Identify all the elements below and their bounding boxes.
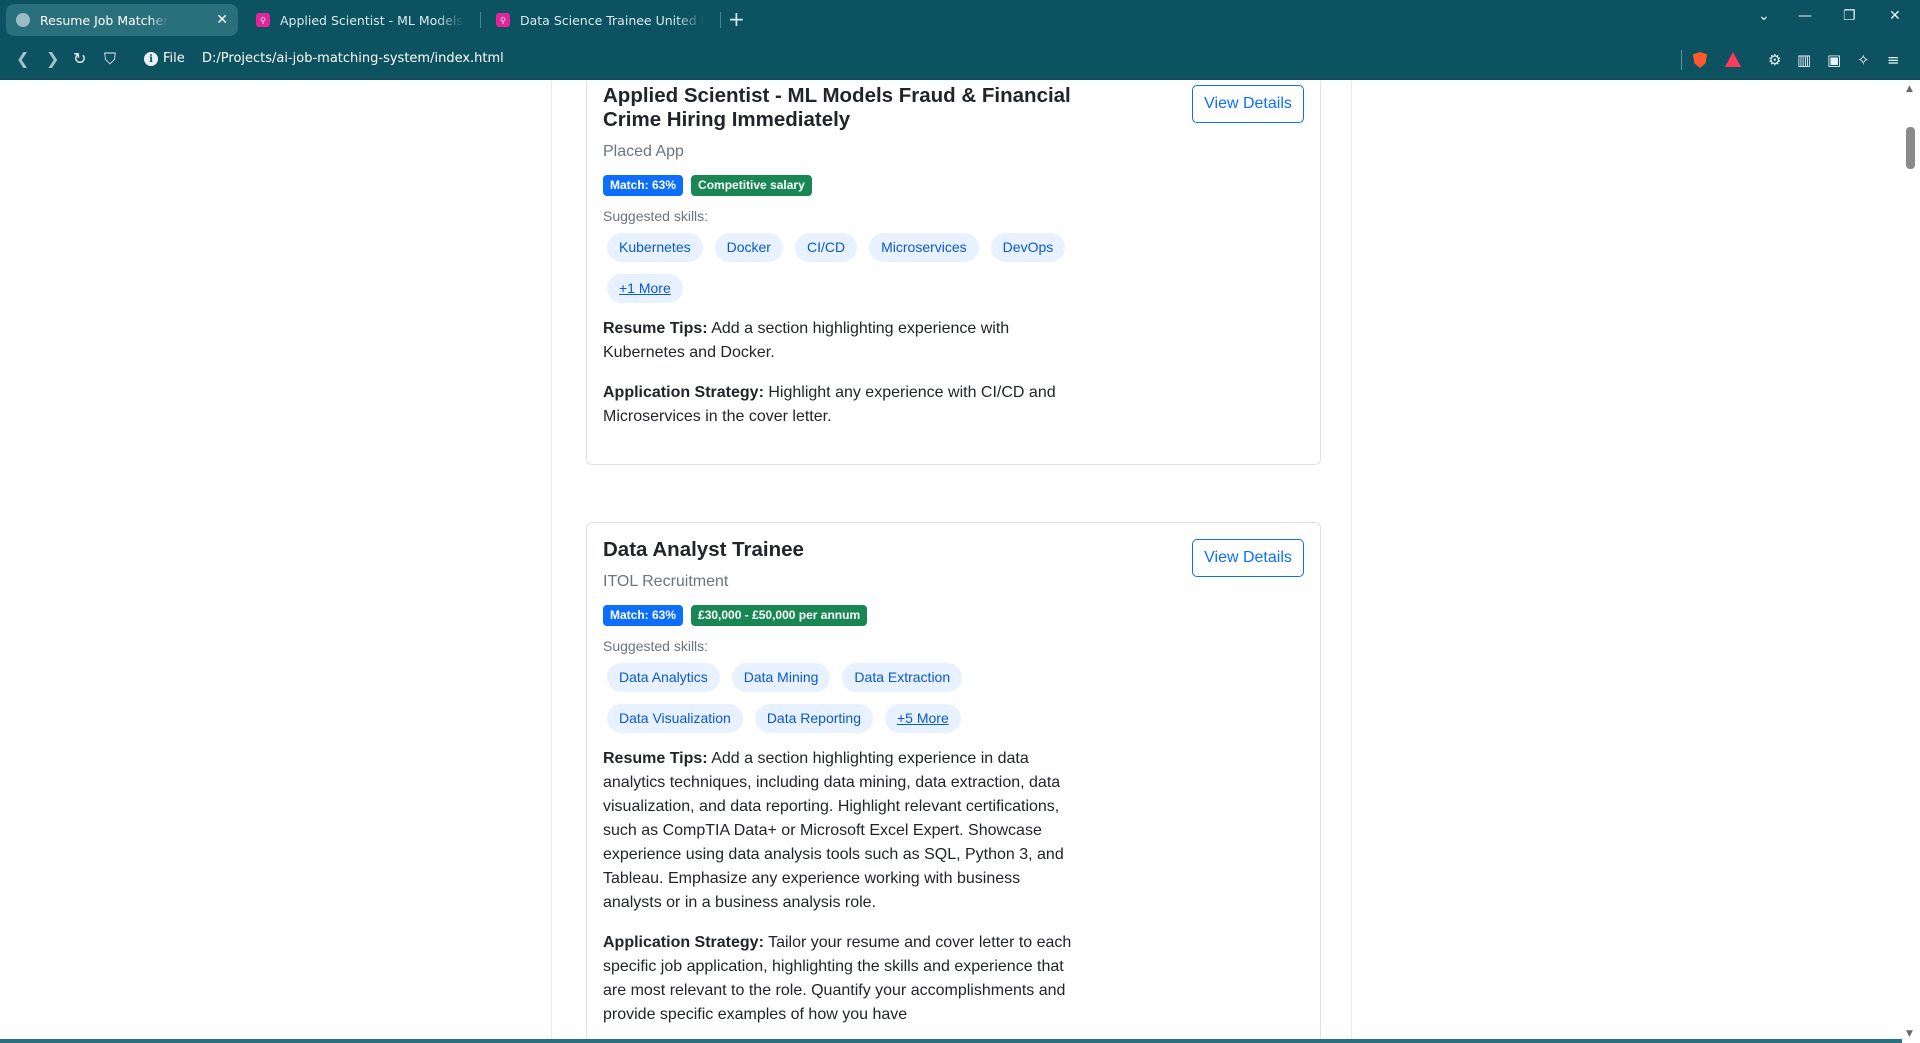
tab-applied-scientist[interactable]: ⚲ Applied Scientist - ML Models Fraud & …: [246, 4, 474, 36]
sidebar-icon[interactable]: ▥: [1797, 51, 1811, 69]
back-icon[interactable]: ❮: [16, 49, 29, 68]
horizontal-scrollbar[interactable]: [0, 1039, 1902, 1043]
skills-label: Suggested skills:: [603, 208, 709, 224]
resume-tips-label: Resume Tips:: [603, 750, 708, 767]
view-details-button[interactable]: View Details: [1192, 539, 1304, 577]
job-card: Data Analyst Trainee ITOL Recruitment Vi…: [586, 522, 1321, 1043]
job-company: Placed App: [603, 143, 684, 160]
scroll-down-icon[interactable]: ▼: [1906, 1029, 1913, 1039]
resume-tips: Resume Tips: Add a section highlighting …: [603, 747, 1073, 915]
menu-icon[interactable]: ≡: [1887, 51, 1900, 69]
forward-icon[interactable]: ❯: [46, 49, 59, 68]
extensions-icon[interactable]: ⚙: [1768, 51, 1781, 69]
window-close-icon[interactable]: ✕: [1889, 8, 1901, 24]
application-strategy: Application Strategy: Tailor your resume…: [603, 931, 1073, 1027]
reload-icon[interactable]: ↻: [73, 49, 86, 68]
skill-pill: Data Analytics: [607, 663, 720, 692]
more-skills-link[interactable]: +1 More: [607, 274, 683, 303]
more-skills-link[interactable]: +5 More: [884, 704, 961, 733]
tab-resume-job-matcher[interactable]: Resume Job Matcher ✕: [6, 4, 238, 36]
application-strategy-label: Application Strategy:: [603, 384, 764, 401]
view-details-button[interactable]: View Details: [1192, 85, 1304, 123]
skill-pill: Data Extraction: [842, 663, 963, 692]
wallet-icon[interactable]: ▣: [1827, 51, 1841, 69]
resume-tips: Resume Tips: Add a section highlighting …: [603, 317, 1073, 365]
url-field[interactable]: D:/Projects/ai-job-matching-system/index…: [202, 51, 504, 66]
skill-pill: Kubernetes: [607, 233, 703, 262]
badge-row: Match: 63% Competitive salary: [603, 175, 1304, 196]
placed-app-icon: ⚲: [256, 13, 270, 27]
job-title: Data Analyst Trainee: [603, 538, 804, 561]
skill-pill: CI/CD: [794, 233, 858, 262]
tab-label: Resume Job Matcher: [40, 12, 169, 28]
page-viewport: Applied Scientist - ML Models Fraud & Fi…: [0, 81, 1902, 1043]
skill-pill: DevOps: [990, 233, 1066, 262]
scroll-thumb[interactable]: [1906, 127, 1915, 169]
salary-badge: Competitive salary: [691, 175, 812, 196]
match-badge: Match: 63%: [603, 175, 684, 196]
match-badge: Match: 63%: [603, 605, 684, 626]
bookmark-icon[interactable]: ⛉: [104, 49, 116, 69]
resume-tips-label: Resume Tips:: [603, 320, 708, 337]
close-icon[interactable]: ✕: [216, 12, 228, 28]
skill-pill: Data Mining: [731, 663, 831, 692]
skill-pill: Data Visualization: [607, 704, 743, 733]
scheme-label: File: [163, 51, 185, 66]
tab-label: Applied Scientist - ML Models Fraud & Fi…: [280, 12, 464, 28]
vertical-scrollbar[interactable]: ▲ ▼: [1902, 81, 1920, 1043]
leo-ai-icon[interactable]: ✧: [1857, 51, 1870, 69]
globe-icon: [16, 13, 30, 27]
resume-tips-text: Add a section highlighting experience in…: [603, 750, 1064, 911]
job-card: Applied Scientist - ML Models Fraud & Fi…: [586, 81, 1321, 465]
skill-pill: Data Reporting: [754, 704, 873, 733]
minimize-icon[interactable]: —: [1798, 8, 1812, 24]
results-column: Applied Scientist - ML Models Fraud & Fi…: [551, 81, 1352, 1043]
salary-badge: £30,000 - £50,000 per annum: [691, 605, 868, 626]
address-bar: ❮ ❯ ↻ ⛉ i File D:/Projects/ai-job-matchi…: [0, 40, 1920, 80]
tab-separator: [480, 12, 481, 28]
placed-app-icon: ⚲: [496, 13, 510, 27]
tab-bar: Resume Job Matcher ✕ ⚲ Applied Scientist…: [0, 0, 1920, 40]
scroll-up-icon[interactable]: ▲: [1906, 84, 1913, 94]
badge-row: Match: 63% £30,000 - £50,000 per annum: [603, 605, 1304, 626]
tab-list-chevron-icon[interactable]: ⌄: [1758, 8, 1770, 24]
brave-shield-icon[interactable]: [1693, 52, 1707, 68]
skill-pill: Microservices: [869, 233, 979, 262]
divider: [1681, 50, 1682, 70]
brave-rewards-icon[interactable]: [1725, 52, 1741, 67]
skills-list: Data Analytics Data Mining Data Extracti…: [607, 663, 1077, 733]
tab-separator: [720, 12, 721, 28]
application-strategy: Application Strategy: Highlight any expe…: [603, 381, 1073, 429]
info-icon[interactable]: i: [144, 52, 158, 66]
tab-label: Data Science Trainee United Kingdom: [520, 12, 704, 28]
restore-icon[interactable]: ❐: [1843, 8, 1856, 24]
skills-list: Kubernetes Docker CI/CD Microservices De…: [607, 233, 1077, 303]
skills-label: Suggested skills:: [603, 638, 709, 654]
skill-pill: Docker: [714, 233, 783, 262]
application-strategy-label: Application Strategy:: [603, 934, 764, 951]
job-title: Applied Scientist - ML Models Fraud & Fi…: [603, 84, 1071, 131]
new-tab-button[interactable]: +: [728, 7, 745, 31]
tab-data-science-trainee[interactable]: ⚲ Data Science Trainee United Kingdom: [486, 4, 714, 36]
